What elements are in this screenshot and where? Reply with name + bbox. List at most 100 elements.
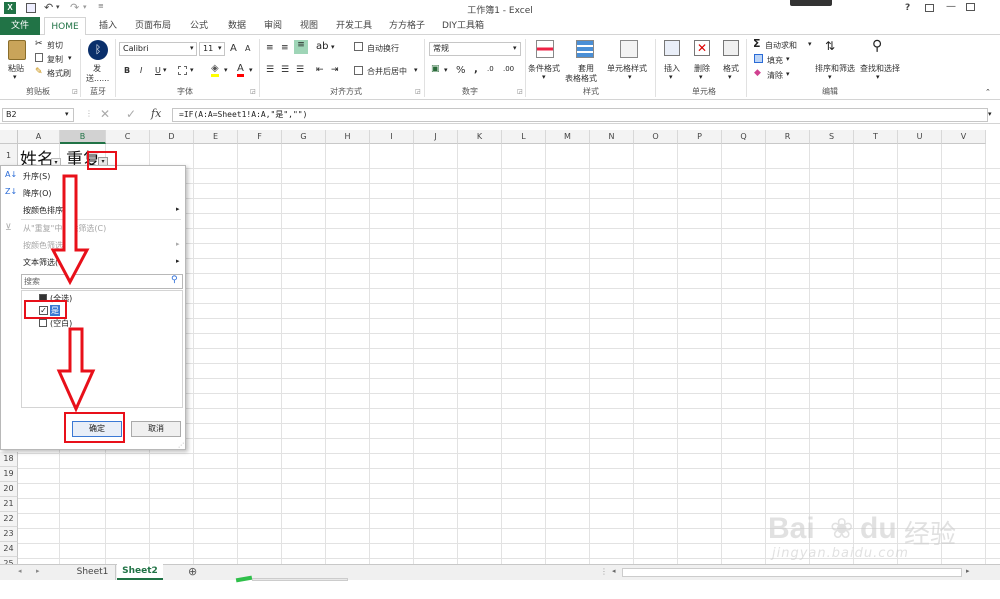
select-all-corner[interactable]	[0, 130, 18, 144]
search-icon[interactable]: ⚲	[171, 275, 178, 285]
font-name-select[interactable]: Calibri	[119, 42, 197, 56]
tab-home[interactable]: HOME	[44, 17, 86, 36]
cut-button[interactable]: 剪切	[47, 40, 63, 51]
merge-center-button[interactable]: 合并后居中	[367, 66, 407, 77]
fill-button[interactable]: 填充	[767, 55, 783, 66]
paste-icon[interactable]	[8, 40, 26, 60]
column-header-c[interactable]: C	[106, 130, 150, 144]
font-launcher-icon[interactable]: ◲	[250, 88, 256, 95]
sort-filter-button[interactable]: 排序和筛选	[815, 63, 855, 74]
insert-cells-icon[interactable]	[664, 40, 680, 56]
decrease-decimal-icon[interactable]: .00	[503, 65, 514, 73]
sort-ascending-item[interactable]: 升序(S)	[23, 171, 50, 182]
shrink-font-button[interactable]: A	[245, 44, 250, 53]
paste-dropdown-icon[interactable]: ▾	[13, 73, 17, 81]
font-size-dropdown-icon[interactable]: ▾	[218, 44, 222, 52]
column-header-r[interactable]: R	[766, 130, 810, 144]
insert-dropdown-icon[interactable]: ▾	[669, 73, 673, 81]
format-painter-button[interactable]: 格式刷	[47, 68, 71, 79]
tab-split-grip-icon[interactable]: ⋮	[600, 567, 608, 576]
merge-dropdown-icon[interactable]: ▾	[414, 66, 418, 74]
restore-icon[interactable]	[966, 3, 975, 11]
row-header-23[interactable]: 23	[0, 527, 18, 542]
tab-developer[interactable]: 开发工具	[332, 17, 376, 35]
resize-grip-icon[interactable]: ⋰	[178, 442, 184, 449]
hscroll-right-icon[interactable]: ▸	[966, 567, 970, 575]
help-button[interactable]: ?	[905, 3, 910, 13]
grow-font-button[interactable]: A	[230, 43, 237, 54]
row-header-25[interactable]: 25	[0, 557, 18, 564]
column-header-h[interactable]: H	[326, 130, 370, 144]
column-header-u[interactable]: U	[898, 130, 942, 144]
row-header-24[interactable]: 24	[0, 542, 18, 557]
column-header-f[interactable]: F	[238, 130, 282, 144]
column-header-e[interactable]: E	[194, 130, 238, 144]
undo-icon[interactable]: ↶	[44, 1, 53, 14]
column-header-d[interactable]: D	[150, 130, 194, 144]
formula-input[interactable]: =IF(A:A=Sheet1!A:A,"是","")	[172, 108, 988, 122]
expand-formula-bar-icon[interactable]: ▾	[988, 110, 992, 118]
cut-icon[interactable]: ✂	[35, 39, 43, 49]
ribbon-display-icon[interactable]	[925, 4, 934, 12]
formula-bar-grip-icon[interactable]: ⋮	[85, 109, 93, 118]
number-launcher-icon[interactable]: ◲	[517, 88, 523, 95]
tab-diy-toolbox[interactable]: DIY工具箱	[438, 17, 488, 35]
format-dropdown-icon[interactable]: ▾	[728, 73, 732, 81]
column-header-s[interactable]: S	[810, 130, 854, 144]
undo-dropdown-icon[interactable]: ▾	[56, 3, 60, 11]
tab-fangfang[interactable]: 方方格子	[385, 17, 429, 35]
row-header-18[interactable]: 18	[0, 452, 18, 467]
borders-icon[interactable]	[178, 66, 187, 75]
increase-decimal-icon[interactable]: .0	[487, 65, 494, 73]
align-center-icon[interactable]: ☰	[281, 65, 289, 75]
new-sheet-button[interactable]: ⊕	[188, 565, 197, 578]
tab-data[interactable]: 数据	[220, 17, 254, 35]
copy-dropdown-icon[interactable]: ▾	[68, 54, 72, 62]
column-header-o[interactable]: O	[634, 130, 678, 144]
column-header-m[interactable]: M	[546, 130, 590, 144]
column-header-l[interactable]: L	[502, 130, 546, 144]
align-right-icon[interactable]: ☰	[296, 65, 304, 75]
redo-dropdown-icon[interactable]: ▾	[83, 3, 87, 11]
confirm-entry-icon[interactable]: ✓	[126, 107, 136, 121]
accounting-dropdown-icon[interactable]: ▾	[444, 66, 448, 74]
column-header-n[interactable]: N	[590, 130, 634, 144]
row-header-20[interactable]: 20	[0, 482, 18, 497]
orientation-icon[interactable]: ab	[316, 41, 328, 52]
tab-file[interactable]: 文件	[0, 17, 40, 35]
underline-button[interactable]: U	[155, 66, 161, 75]
wrap-text-button[interactable]: 自动换行	[367, 43, 399, 54]
bluetooth-icon[interactable]: ᛒ	[88, 40, 108, 60]
bluetooth-send-label-2[interactable]: 送......	[86, 73, 109, 84]
clear-button[interactable]: 清除	[767, 70, 783, 81]
name-box[interactable]: B2	[2, 108, 74, 122]
minimize-icon[interactable]: —	[946, 1, 956, 12]
align-middle-icon[interactable]: ≡	[281, 43, 289, 53]
underline-dropdown-icon[interactable]: ▾	[163, 66, 167, 74]
cell-styles-dropdown-icon[interactable]: ▾	[628, 73, 632, 81]
find-select-icon[interactable]: ⚲	[872, 38, 882, 54]
increase-indent-icon[interactable]: ⇥	[331, 65, 339, 75]
clear-dropdown-icon[interactable]: ▾	[786, 70, 790, 78]
italic-button[interactable]: I	[140, 66, 142, 75]
format-as-table-button-2[interactable]: 表格格式	[565, 73, 597, 84]
column-header-j[interactable]: J	[414, 130, 458, 144]
customize-qat-icon[interactable]: ≡	[98, 2, 104, 10]
alignment-launcher-icon[interactable]: ◲	[415, 88, 421, 95]
filter-search-input[interactable]: 搜索	[21, 274, 183, 289]
tab-review[interactable]: 审阅	[256, 17, 290, 35]
autosum-button[interactable]: 自动求和	[765, 40, 797, 51]
copy-button[interactable]: 复制	[47, 54, 63, 65]
borders-dropdown-icon[interactable]: ▾	[190, 66, 194, 74]
cell-styles-icon[interactable]	[620, 40, 638, 58]
find-select-button[interactable]: 查找和选择	[860, 63, 900, 74]
column-header-q[interactable]: Q	[722, 130, 766, 144]
column-header-g[interactable]: G	[282, 130, 326, 144]
font-color-dropdown-icon[interactable]: ▾	[249, 66, 253, 74]
merge-center-icon[interactable]	[354, 66, 363, 75]
tab-view[interactable]: 视图	[292, 17, 326, 35]
column-header-p[interactable]: P	[678, 130, 722, 144]
save-icon[interactable]	[26, 3, 36, 13]
find-select-dropdown-icon[interactable]: ▾	[876, 73, 880, 81]
sort-filter-dropdown-icon[interactable]: ▾	[828, 73, 832, 81]
